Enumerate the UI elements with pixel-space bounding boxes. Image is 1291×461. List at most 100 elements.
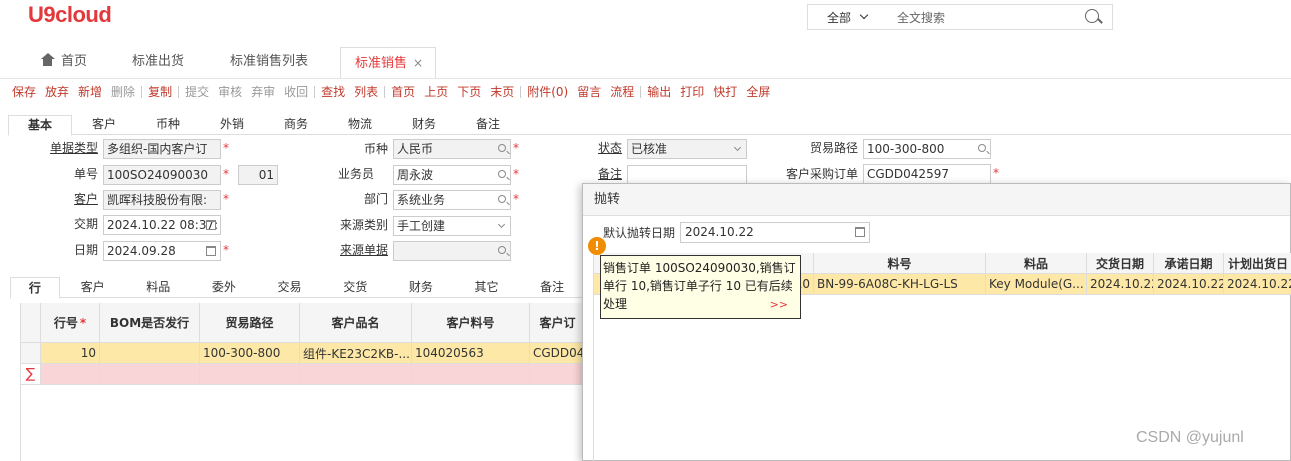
col-bom-release[interactable]: BOM是否发行 xyxy=(100,303,200,343)
tab-line-item[interactable]: 料品 xyxy=(125,277,191,297)
first-page-button[interactable]: 首页 xyxy=(391,83,415,100)
tab-line-outsourcing[interactable]: 委外 xyxy=(191,277,257,297)
cell-line-no[interactable]: 10 xyxy=(41,343,100,364)
table-row[interactable]: 10 100-300-800 组件-KE23C2KB-... 104020563… xyxy=(21,343,585,364)
col-item[interactable]: 料品 xyxy=(986,253,1087,274)
recall-button[interactable]: 收回 xyxy=(284,83,308,100)
cell-delivery-date[interactable]: 2024.10.22 xyxy=(1087,274,1154,295)
tab-line-other[interactable]: 其它 xyxy=(454,277,520,297)
date-field[interactable]: 2024.09.28 xyxy=(103,241,221,261)
tab-customer[interactable]: 客户 xyxy=(72,115,136,134)
search-icon[interactable] xyxy=(498,195,506,203)
search-input[interactable]: 全文搜索 xyxy=(886,9,1076,26)
message-button[interactable]: 留言 xyxy=(577,83,601,100)
prev-page-button[interactable]: 上页 xyxy=(424,83,448,100)
trade-route-field[interactable]: 100-300-800 xyxy=(863,139,991,159)
source-doc-field[interactable] xyxy=(393,241,511,261)
tab-export[interactable]: 外销 xyxy=(200,115,264,134)
col-item-no[interactable]: 料号 xyxy=(814,253,986,274)
list-button[interactable]: 列表 xyxy=(354,83,378,100)
quick-print-button[interactable]: 快打 xyxy=(713,83,737,100)
cell-promise-date[interactable]: 2024.10.22 xyxy=(1154,274,1224,295)
doc-no-field[interactable]: 100SO24090030 xyxy=(103,165,221,185)
discard-button[interactable]: 放弃 xyxy=(45,83,69,100)
last-page-button[interactable]: 末页 xyxy=(490,83,514,100)
cust-po-field[interactable]: CGDD042597 xyxy=(863,164,991,184)
tab-line-remark[interactable]: 备注 xyxy=(519,277,585,297)
attachment-button[interactable]: 附件(0) xyxy=(527,83,568,100)
row-selector[interactable] xyxy=(21,343,41,364)
next-page-button[interactable]: 下页 xyxy=(457,83,481,100)
currency-field[interactable]: 人民币 xyxy=(393,139,511,159)
calendar-icon[interactable] xyxy=(855,227,865,237)
tab-line-trade[interactable]: 交易 xyxy=(257,277,323,297)
doc-type-label[interactable]: 单据类型 xyxy=(50,139,98,156)
output-button[interactable]: 输出 xyxy=(647,83,671,100)
cell-bom-release[interactable] xyxy=(100,343,200,364)
status-field[interactable]: 已核准 xyxy=(627,139,747,159)
fullscreen-button[interactable]: 全屏 xyxy=(746,83,770,100)
customer-label[interactable]: 客户 xyxy=(74,190,98,207)
col-delivery-date[interactable]: 交货日期 xyxy=(1087,253,1154,274)
tab-home[interactable]: 首页 xyxy=(40,47,87,77)
tab-logistics[interactable]: 物流 xyxy=(328,115,392,134)
col-cust-item-name[interactable]: 客户品名 xyxy=(300,303,412,343)
tab-standard-shipment[interactable]: 标准出货 xyxy=(132,47,184,77)
workflow-button[interactable]: 流程 xyxy=(610,83,634,100)
tab-line-delivery[interactable]: 交货 xyxy=(322,277,388,297)
copy-button[interactable]: 复制 xyxy=(148,83,172,100)
unapprove-button[interactable]: 弃审 xyxy=(251,83,275,100)
warning-icon[interactable]: ! xyxy=(588,237,606,255)
search-icon[interactable] xyxy=(498,144,506,152)
tab-line[interactable]: 行 xyxy=(10,277,60,299)
salesman-field[interactable]: 周永波 xyxy=(393,165,511,185)
tab-standard-sales[interactable]: 标准销售 × xyxy=(340,47,437,78)
calendar-icon[interactable] xyxy=(206,220,216,230)
source-doc-label[interactable]: 来源单据 xyxy=(340,241,388,258)
cell-cust-item-name[interactable]: 组件-KE23C2KB-... xyxy=(300,343,412,364)
tab-line-finance[interactable]: 财务 xyxy=(388,277,454,297)
doc-type-field[interactable]: 多组织-国内客户订 xyxy=(103,139,221,159)
search-scope-select[interactable]: 全部 xyxy=(808,9,886,26)
search-icon[interactable] xyxy=(1076,4,1112,30)
approve-button[interactable]: 审核 xyxy=(218,83,242,100)
tab-finance[interactable]: 财务 xyxy=(392,115,456,134)
global-search[interactable]: 全部 全文搜索 xyxy=(807,4,1113,30)
cell-planned-ship-date[interactable]: 2024.10.22 xyxy=(1224,274,1291,295)
tab-commerce[interactable]: 商务 xyxy=(264,115,328,134)
tab-line-customer[interactable]: 客户 xyxy=(60,277,126,297)
col-cust-order[interactable]: 客户订 xyxy=(530,303,585,343)
dept-field[interactable]: 系统业务 xyxy=(393,190,511,210)
col-cust-item-no[interactable]: 客户料号 xyxy=(412,303,530,343)
search-icon[interactable] xyxy=(498,170,506,178)
cell-trade-route[interactable]: 100-300-800 xyxy=(200,343,300,364)
source-type-select[interactable]: 手工创建 xyxy=(393,216,511,236)
calendar-icon[interactable] xyxy=(206,246,216,256)
print-button[interactable]: 打印 xyxy=(680,83,704,100)
remark-label[interactable]: 备注 xyxy=(598,165,622,182)
submit-button[interactable]: 提交 xyxy=(185,83,209,100)
close-icon[interactable]: × xyxy=(413,56,423,70)
cell-item[interactable]: Key Module(G... xyxy=(986,274,1087,295)
tab-basic[interactable]: 基本 xyxy=(8,115,72,136)
col-line-no[interactable]: 行号 * xyxy=(41,303,100,343)
tab-currency[interactable]: 币种 xyxy=(136,115,200,134)
tab-remark[interactable]: 备注 xyxy=(456,115,520,134)
trade-date-field[interactable]: 2024.10.22 08:37: xyxy=(103,215,221,235)
search-icon[interactable] xyxy=(498,246,506,254)
status-label[interactable]: 状态 xyxy=(598,139,622,156)
cell-item-no[interactable]: BN-99-6A08C-KH-LG-LS xyxy=(814,274,986,295)
delete-button[interactable]: 删除 xyxy=(111,83,135,100)
default-date-field[interactable]: 2024.10.22 xyxy=(680,222,870,243)
new-button[interactable]: 新增 xyxy=(78,83,102,100)
col-promise-date[interactable]: 承诺日期 xyxy=(1154,253,1224,274)
cell-cust-order[interactable]: CGDD04 xyxy=(530,343,585,364)
cell-cust-item-no[interactable]: 104020563 xyxy=(412,343,530,364)
doc-seq-field[interactable]: 01 xyxy=(238,165,278,185)
tab-standard-sales-list[interactable]: 标准销售列表 xyxy=(230,47,308,77)
search-icon[interactable] xyxy=(978,144,986,152)
save-button[interactable]: 保存 xyxy=(12,83,36,100)
tooltip-more-link[interactable]: >> xyxy=(770,296,788,314)
remark-field[interactable] xyxy=(627,165,747,185)
find-button[interactable]: 查找 xyxy=(321,83,345,100)
